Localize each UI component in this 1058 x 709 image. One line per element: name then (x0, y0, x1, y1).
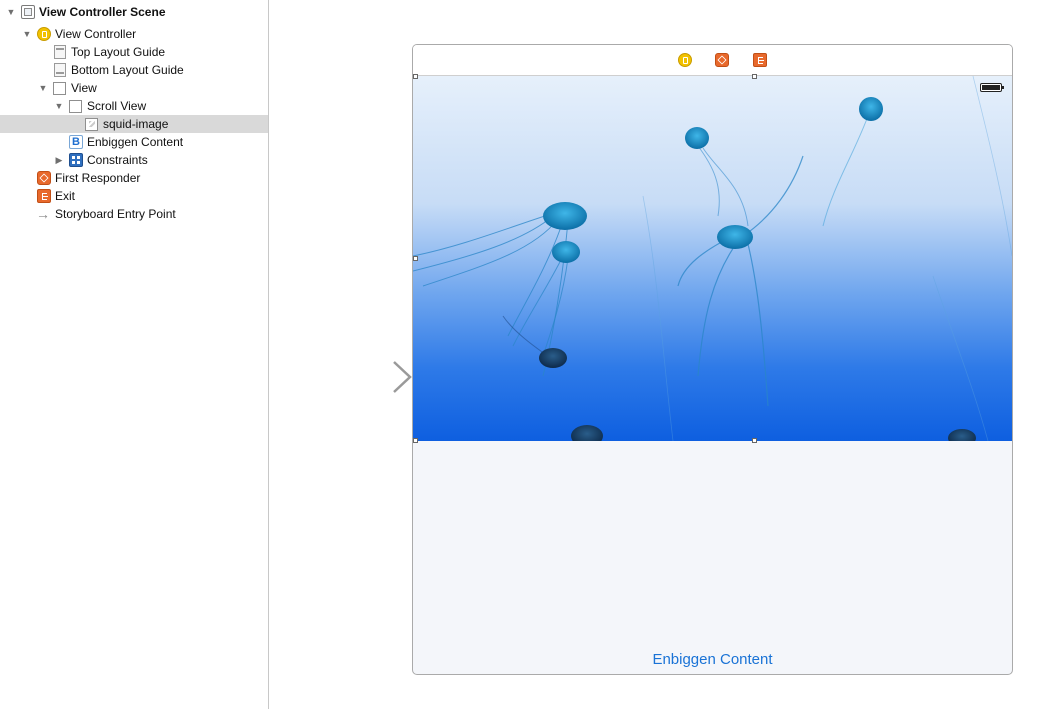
disclosure-triangle-expanded-icon[interactable]: ▼ (37, 82, 49, 94)
outline-item-bottom-layout-guide[interactable]: Bottom Layout Guide (0, 61, 268, 79)
squid-image-view[interactable] (413, 76, 1012, 441)
view-controller-icon[interactable] (678, 53, 692, 67)
battery-icon (980, 83, 1004, 92)
outline-item-scroll-view[interactable]: ▼ Scroll View (0, 97, 268, 115)
outline-item-label: First Responder (55, 171, 141, 185)
outline-item-label: Exit (55, 189, 76, 203)
disclosure-triangle-collapsed-icon[interactable]: ▶ (53, 154, 65, 166)
outline-item-label: Enbiggen Content (87, 135, 184, 149)
view-icon (53, 81, 66, 95)
scroll-view-icon (69, 99, 82, 113)
scene-dock (413, 45, 1012, 76)
resize-handle[interactable] (752, 438, 757, 443)
view-controller-frame[interactable]: Enbiggen Content (412, 44, 1013, 675)
outline-item-label: Top Layout Guide (71, 45, 166, 59)
outline-item-exit[interactable]: Exit (0, 187, 268, 205)
disclosure-triangle-expanded-icon[interactable]: ▼ (21, 28, 33, 40)
resize-handle[interactable] (752, 74, 757, 79)
document-outline: ▼ View Controller Scene ▼ View Controlle… (0, 0, 269, 709)
view-controller-icon (37, 27, 51, 41)
resize-handle[interactable] (413, 438, 418, 443)
jellyfish-photo (413, 76, 1012, 441)
outline-item-first-responder[interactable]: First Responder (0, 169, 268, 187)
entry-point-arrow-icon: → (36, 206, 50, 222)
top-layout-guide-icon (54, 45, 66, 59)
disclosure-triangle-expanded-icon[interactable]: ▼ (5, 6, 17, 18)
outline-item-squid-image[interactable]: squid-image (0, 115, 268, 133)
exit-icon[interactable] (753, 53, 767, 67)
outline-item-label: Scroll View (87, 99, 147, 113)
outline-item-label: Constraints (87, 153, 148, 167)
outline-item-enbiggen-content[interactable]: B Enbiggen Content (0, 133, 268, 151)
first-responder-icon (37, 171, 51, 185)
outline-item-view-controller[interactable]: ▼ View Controller (0, 25, 268, 43)
outline-item-top-layout-guide[interactable]: Top Layout Guide (0, 43, 268, 61)
outline-item-label: View Controller (55, 27, 137, 41)
disclosure-triangle-expanded-icon[interactable]: ▼ (53, 100, 65, 112)
button-icon: B (69, 135, 83, 149)
exit-icon (37, 189, 51, 203)
outline-item-label: squid-image (103, 117, 169, 131)
resize-handle[interactable] (413, 256, 418, 261)
outline-item-view[interactable]: ▼ View (0, 79, 268, 97)
constraints-icon (69, 153, 83, 167)
image-view-icon (85, 117, 98, 131)
outline-item-storyboard-entry-point[interactable]: → Storyboard Entry Point (0, 205, 268, 223)
outline-item-label: View Controller Scene (39, 5, 166, 19)
outline-item-label: Bottom Layout Guide (71, 63, 184, 77)
scene-icon (21, 5, 35, 19)
first-responder-icon[interactable] (715, 53, 729, 67)
outline-item-label: View (71, 81, 97, 95)
resize-handle[interactable] (413, 74, 418, 79)
outline-item-label: Storyboard Entry Point (55, 207, 176, 221)
outline-item-view-controller-scene[interactable]: ▼ View Controller Scene (0, 3, 268, 21)
enbiggen-content-button[interactable]: Enbiggen Content (413, 651, 1012, 668)
outline-item-constraints[interactable]: ▶ Constraints (0, 151, 268, 169)
storyboard-entry-arrow-icon[interactable] (316, 360, 412, 394)
bottom-layout-guide-icon (54, 63, 66, 77)
